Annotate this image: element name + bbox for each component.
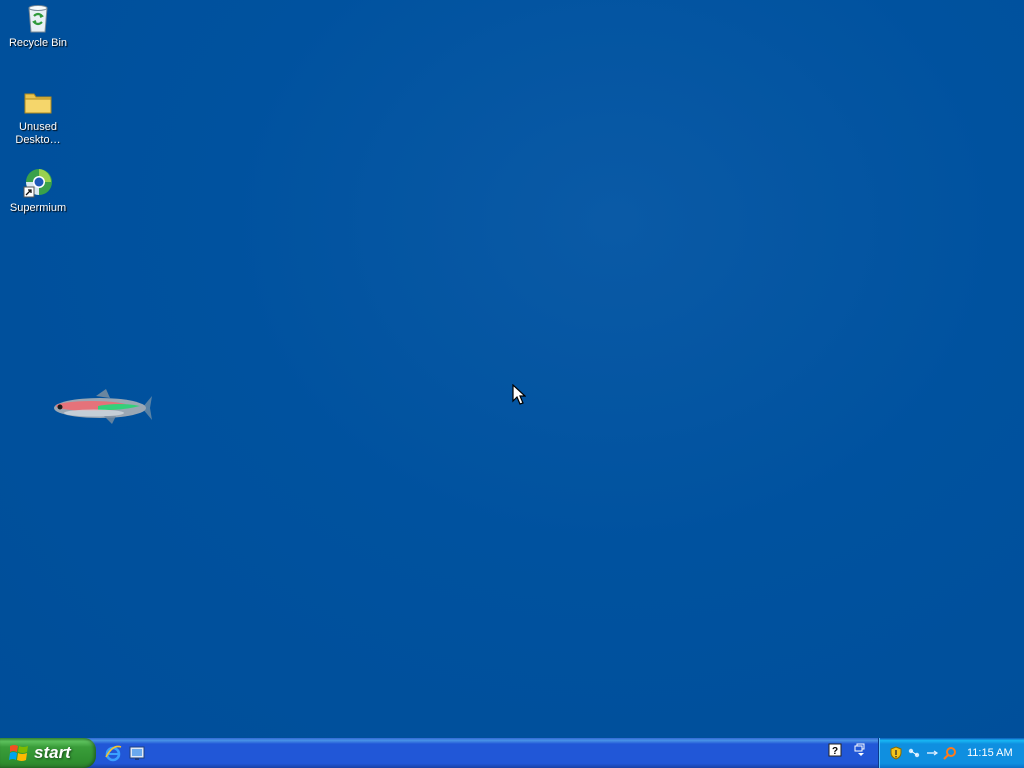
svg-text:?: ?	[832, 746, 838, 757]
network-icon[interactable]	[907, 746, 921, 760]
unused-desktop-shortcuts-folder[interactable]: Unused Deskto…	[0, 86, 76, 147]
search-icon[interactable]	[943, 746, 957, 760]
recycle-bin-label: Recycle Bin	[8, 37, 68, 49]
supermium-shortcut[interactable]: Supermium	[0, 167, 76, 215]
folder-icon	[22, 86, 54, 118]
supermium-browser-icon	[22, 167, 54, 199]
clock[interactable]: 11:15 AM	[967, 747, 1013, 759]
tray-extra-icons: ?	[824, 743, 868, 757]
system-tray: 11:15 AM	[878, 738, 1024, 768]
help-icon[interactable]: ?	[828, 743, 842, 757]
show-desktop-icon[interactable]	[128, 744, 146, 762]
start-label: start	[34, 743, 71, 762]
unused-desktop-label: Unused Deskto…	[15, 121, 61, 146]
windows-logo-icon	[9, 745, 28, 761]
taskbar: start ? 11:15 AM	[0, 738, 1024, 768]
supermium-label: Supermium	[9, 202, 67, 214]
quick-launch-bar	[104, 742, 146, 764]
fish-icon	[54, 389, 152, 424]
recycle-bin-shortcut[interactable]: Recycle Bin	[0, 2, 76, 50]
recycle-bin-icon	[22, 2, 54, 34]
desktop[interactable]: Recycle Bin Unused Deskto… Supermium	[0, 0, 1024, 738]
mouse-cursor-icon	[512, 384, 526, 405]
volume-icon[interactable]	[925, 746, 939, 760]
start-button[interactable]: start	[0, 738, 96, 768]
restore-icon[interactable]	[854, 743, 868, 757]
security-shield-icon[interactable]	[889, 746, 903, 760]
internet-explorer-icon[interactable]	[104, 744, 122, 762]
